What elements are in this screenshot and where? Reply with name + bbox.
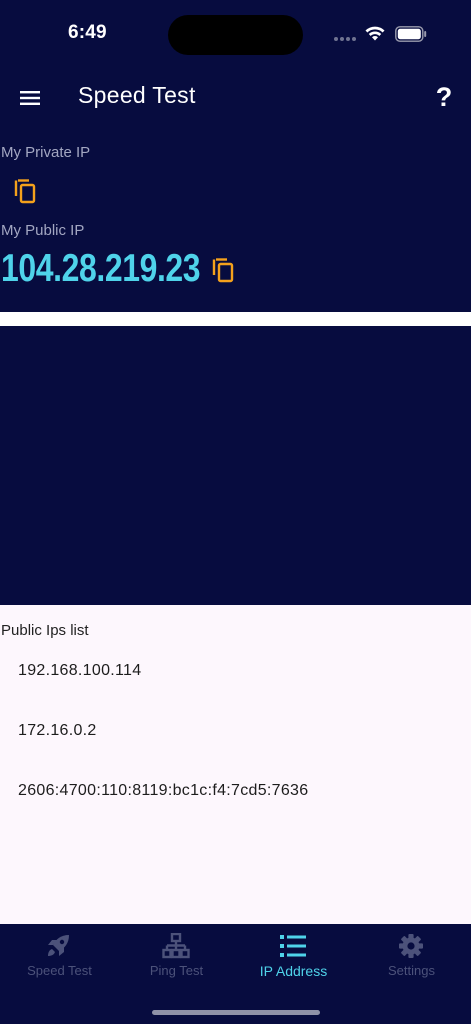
nav-label: IP Address	[259, 963, 328, 979]
app-bar: Speed Test ?	[0, 70, 471, 126]
nav-label: Settings	[388, 963, 435, 978]
bottom-navigation: Speed Test Ping Test IP Address Settings	[0, 924, 471, 1024]
dynamic-island	[168, 15, 303, 55]
wifi-icon	[365, 26, 385, 41]
status-time: 6:49	[68, 22, 107, 43]
nav-item-settings[interactable]: Settings	[353, 924, 470, 994]
private-ip-label: My Private IP	[1, 144, 91, 161]
list-item[interactable]: 192.168.100.114	[18, 662, 141, 680]
copy-private-ip-icon[interactable]	[13, 178, 37, 204]
divider-strip	[0, 312, 471, 326]
public-ip-label: My Public IP	[1, 222, 85, 239]
gear-icon	[399, 934, 423, 958]
page-title: Speed Test	[78, 82, 196, 108]
help-icon[interactable]: ?	[429, 80, 459, 114]
battery-icon	[395, 26, 427, 42]
nav-item-ip-address[interactable]: IP Address	[235, 924, 352, 994]
public-ips-list-title: Public Ips list	[1, 622, 89, 639]
content-area	[0, 326, 471, 605]
menu-icon[interactable]	[16, 86, 44, 110]
rocket-icon	[48, 935, 69, 956]
nav-item-speed-test[interactable]: Speed Test	[1, 924, 118, 994]
cellular-signal-icon	[334, 37, 358, 42]
public-ip-value: 104.28.219.23	[1, 247, 201, 290]
list-item[interactable]: 172.16.0.2	[18, 722, 97, 740]
home-indicator	[152, 1010, 320, 1015]
nav-label: Ping Test	[149, 963, 204, 978]
nav-label: Speed Test	[27, 963, 92, 978]
public-ips-list-panel: Public Ips list 192.168.100.114 172.16.0…	[0, 605, 471, 924]
list-icon	[280, 935, 306, 957]
status-bar: 6:49	[0, 0, 471, 70]
list-item[interactable]: 2606:4700:110:8119:bc1c:f4:7cd5:7636	[18, 782, 308, 800]
copy-public-ip-icon[interactable]	[211, 257, 235, 283]
nav-item-ping-test[interactable]: Ping Test	[118, 924, 235, 994]
network-icon	[162, 933, 190, 959]
